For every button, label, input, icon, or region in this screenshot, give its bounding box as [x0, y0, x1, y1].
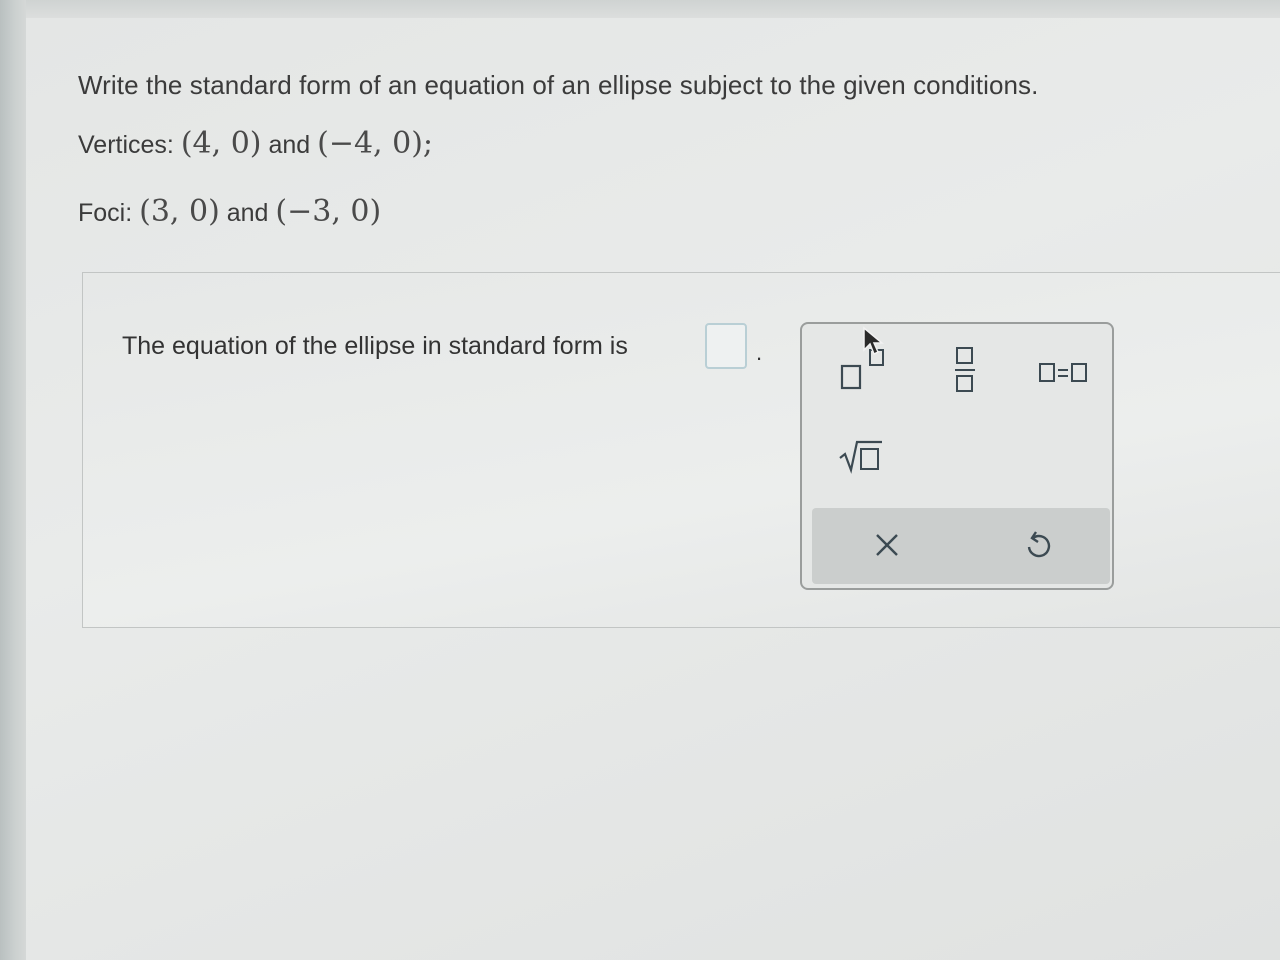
- vertices-label: Vertices:: [78, 131, 174, 159]
- vertices-joiner: and: [268, 131, 311, 159]
- answer-period: .: [756, 340, 763, 365]
- foci-line: Foci: (3, 0) and (−3, 0): [78, 194, 381, 229]
- equation-icon[interactable]: [1038, 362, 1088, 384]
- screen-left-edge: [0, 0, 26, 960]
- math-palette: [800, 322, 1114, 590]
- answer-prompt: The equation of the ellipse in standard …: [122, 332, 628, 360]
- focus-1: (3, 0): [139, 194, 220, 229]
- vertex-1: (4, 0): [180, 126, 262, 161]
- foci-joiner: and: [226, 199, 269, 227]
- fraction-icon[interactable]: [954, 346, 976, 394]
- foci-label: Foci:: [78, 199, 133, 227]
- clear-icon[interactable]: [874, 532, 900, 563]
- focus-2: (−3, 0): [275, 194, 382, 229]
- screen-top-edge: [0, 0, 1280, 18]
- vertex-2: (−4, 0);: [317, 126, 434, 161]
- square-root-icon[interactable]: [838, 438, 884, 474]
- palette-action-bar: [812, 508, 1110, 584]
- answer-input[interactable]: [705, 323, 747, 369]
- vertices-line: Vertices: (4, 0) and (−4, 0);: [78, 126, 433, 161]
- undo-icon[interactable]: [1024, 530, 1052, 565]
- mouse-pointer-icon: [862, 326, 885, 361]
- question-instruction: Write the standard form of an equation o…: [78, 70, 1039, 100]
